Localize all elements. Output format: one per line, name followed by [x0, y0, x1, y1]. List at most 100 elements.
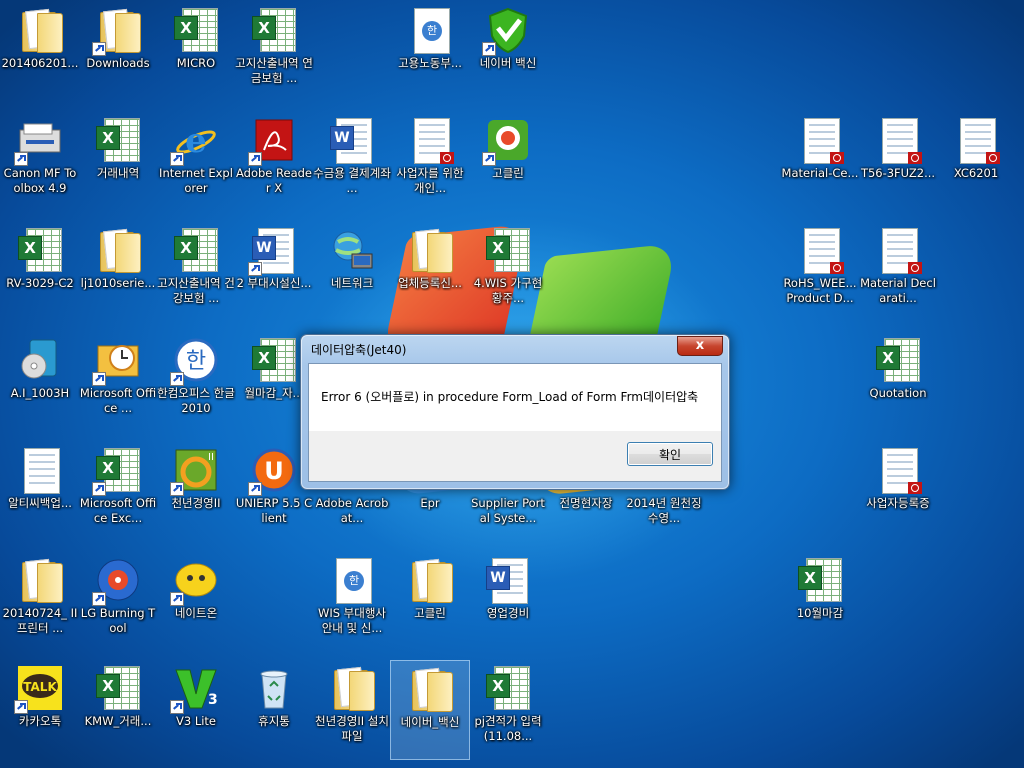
svg-text:한: 한 [186, 349, 206, 374]
icon-label: 거래내역 [96, 166, 140, 180]
pdf-file-icon [796, 226, 844, 274]
desktop-icon-hwp-file[interactable]: 고용노동부... [390, 2, 470, 102]
icon-label: 천년경영II 설치파일 [315, 714, 389, 743]
icon-label: 20140724_ II 프린터 ... [2, 606, 78, 635]
icon-label: Quotation [869, 386, 927, 400]
word-file-icon: W [248, 226, 298, 276]
goclean-icon [482, 116, 532, 166]
adobe-reader-icon [248, 116, 298, 166]
desktop-icon-excel-file[interactable]: X 10월마감 [780, 552, 860, 652]
desktop-icon-pdf-file[interactable]: T56-3FUZ2... [858, 112, 938, 212]
desktop-icon-hwp-file[interactable]: WIS 부대행사 안내 및 신... [312, 552, 392, 652]
desktop-icon-pdf-file[interactable]: XC6201 [936, 112, 1016, 212]
outlook-clock-icon [92, 336, 142, 386]
desktop-icon-pdf-file[interactable]: RoHS_WEE... Product D... [780, 222, 860, 322]
icon-label: XC6201 [953, 166, 999, 180]
icon-label: Epr [420, 496, 440, 510]
desktop-icon-outlook[interactable]: Microsoft Office ... [78, 332, 158, 432]
desktop-icon-canon-toolbox[interactable]: Canon MF Toolbox 4.9 [0, 112, 80, 212]
v3-antivirus-icon: 3 [170, 664, 220, 714]
network-globe-icon [328, 226, 376, 274]
desktop-icon-excel-file[interactable]: X RV-3029-C2 [0, 222, 80, 322]
icon-label: 10월마감 [796, 606, 844, 620]
excel-app-icon: X [92, 446, 142, 496]
desktop-icon-word-file[interactable]: W 2 부대시설신... [234, 222, 314, 322]
desktop-icon-excel-file[interactable]: X pj견적가 입력(11.08... [468, 660, 548, 760]
desktop-icon-excel-file[interactable]: X 고지산출내역 연금보험 ... [234, 2, 314, 102]
desktop-icon-excel-file[interactable]: X KMW_거래... [78, 660, 158, 760]
icon-label: Adobe Reader X [235, 166, 312, 195]
desktop-icon-folder[interactable]: lj1010serie... [78, 222, 158, 322]
desktop-icon-hancom[interactable]: 한 한컴오피스 한글 2010 [156, 332, 236, 432]
excel-file-icon: X [16, 226, 64, 274]
icon-label: 카카오톡 [18, 714, 62, 728]
word-file-icon: W [328, 116, 376, 164]
icon-label: 네이버 백신 [479, 56, 537, 70]
desktop-icon-cheonnyeon[interactable]: II 천년경영II [156, 442, 236, 542]
pdf-file-icon [874, 116, 922, 164]
error-message: Error 6 (오버플로) in procedure Form_Load of… [321, 390, 699, 404]
icon-label: V3 Lite [175, 714, 217, 728]
icon-label: RV-3029-C2 [6, 276, 74, 290]
desktop-icon-folder[interactable]: 천년경영II 설치파일 [312, 660, 392, 760]
desktop-icon-adobe-reader[interactable]: Adobe Reader X [234, 112, 314, 212]
icon-label: 알티씨백업... [8, 496, 72, 510]
desktop-icon-folder[interactable]: 업체등록신... [390, 222, 470, 322]
desktop-icon-pdf-file[interactable]: Material Declarati... [858, 222, 938, 322]
desktop-icon-pdf-file[interactable]: Material-Ce... [780, 112, 860, 212]
desktop-icon-excel-app[interactable]: X Microsoft Office Exc... [78, 442, 158, 542]
desktop-icon-goclean[interactable]: 고클린 [468, 112, 548, 212]
desktop-icon-word-file[interactable]: W 수금용 결제계좌 ... [312, 112, 392, 212]
document-icon [16, 446, 64, 494]
desktop-icon-excel-file[interactable]: X 고지산출내역 건강보험 ... [156, 222, 236, 322]
desktop-icon-pdf-file[interactable]: 사업자를 위한 개인... [390, 112, 470, 212]
desktop-icon-folder[interactable]: 20140724_ II 프린터 ... [0, 552, 80, 652]
desktop-icon-excel-file[interactable]: X 거래내역 [78, 112, 158, 212]
desktop-icon-kakaotalk[interactable]: TALK 카카오톡 [0, 660, 80, 760]
icon-label: 네이버_백신 [400, 715, 460, 729]
recycle-bin-icon [250, 664, 298, 712]
desktop-icon-app[interactable]: A.I_1003H [0, 332, 80, 432]
excel-file-icon: X [250, 336, 298, 384]
icon-label: pj견적가 입력(11.08... [474, 714, 542, 743]
icon-label: Adobe Acrobat... [315, 496, 389, 525]
desktop-icon-nateon[interactable]: 네이트온 [156, 552, 236, 652]
icon-label: 전명현자장 [559, 496, 613, 510]
desktop-icon-internet-explorer[interactable]: e Internet Explorer [156, 112, 236, 212]
desktop-icon-word-file[interactable]: W 영업경비 [468, 552, 548, 652]
desktop-icon-excel-file[interactable]: X 4.WIS 가구현황주... [468, 222, 548, 322]
excel-file-icon: X [94, 116, 142, 164]
desktop-icon-folder[interactable]: 고클린 [390, 552, 470, 652]
excel-file-icon: X [796, 556, 844, 604]
desktop-icon-file[interactable]: 알티씨백업... [0, 442, 80, 542]
dialog-title: 데이터압축(Jet40) [311, 343, 407, 357]
hwp-file-icon [328, 556, 376, 604]
desktop-icon-v3-lite[interactable]: 3 V3 Lite [156, 660, 236, 760]
desktop-icon-pdf-file[interactable]: 사업자등록증 [858, 442, 938, 542]
desktop-icon-network[interactable]: 네트워크 [312, 222, 392, 322]
desktop-icon-folder-selected[interactable]: 네이버_백신 [390, 660, 470, 760]
desktop-icon-lg-burning-tool[interactable]: LG Burning Tool [78, 552, 158, 652]
icon-label: 고용노동부... [398, 56, 462, 70]
icon-label: Material Declarati... [860, 276, 936, 305]
icon-label: 수금용 결제계좌 ... [313, 166, 391, 195]
ok-button[interactable]: 확인 [627, 442, 713, 466]
dialog-body: Error 6 (오버플로) in procedure Form_Load of… [308, 363, 722, 431]
excel-file-icon: X [172, 226, 220, 274]
desktop-icon-recycle-bin[interactable]: 휴지통 [234, 660, 314, 760]
desktop-icon-downloads[interactable]: Downloads [78, 2, 158, 102]
dialog-footer: 확인 [308, 431, 722, 482]
close-icon[interactable]: x [677, 336, 723, 356]
icon-label: 네트워크 [330, 276, 374, 290]
desktop-icon-excel-file[interactable]: X MICRO [156, 2, 236, 102]
icon-label: Canon MF Toolbox 4.9 [3, 166, 77, 195]
icon-label: 사업자등록증 [866, 496, 930, 510]
desktop-icon-naver-vaccine[interactable]: 네이버 백신 [468, 2, 548, 102]
icon-label: Microsoft Office ... [79, 386, 157, 415]
nateon-icon [170, 556, 220, 606]
icon-label: 휴지통 [258, 714, 290, 728]
desktop-icon-excel-file[interactable]: X Quotation [858, 332, 938, 432]
desktop-icon-folder[interactable]: 201406201... [0, 2, 80, 102]
icon-label: Material-Ce... [781, 166, 859, 180]
excel-file-icon: X [172, 6, 220, 54]
